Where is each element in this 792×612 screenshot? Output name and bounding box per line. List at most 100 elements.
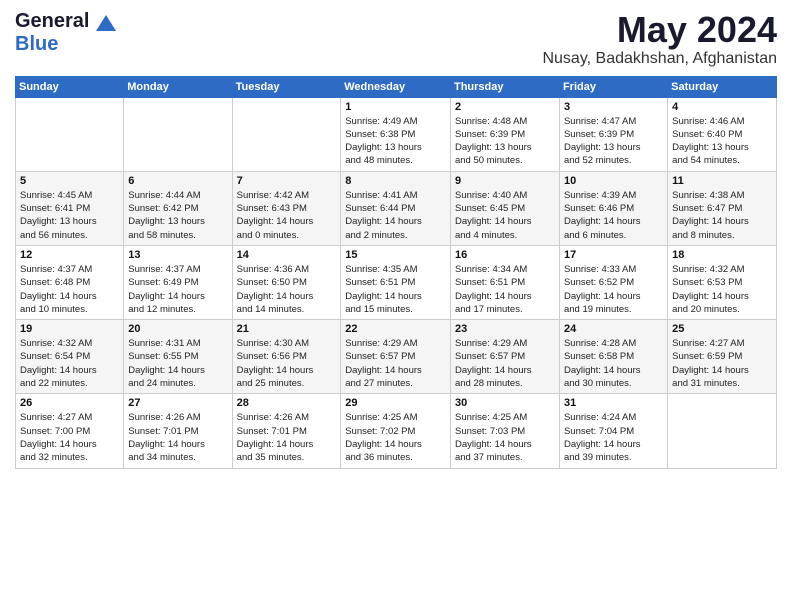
day-number: 12 bbox=[20, 249, 119, 261]
calendar-week-row: 1Sunrise: 4:49 AM Sunset: 6:38 PM Daylig… bbox=[16, 97, 777, 171]
calendar-cell: 26Sunrise: 4:27 AM Sunset: 7:00 PM Dayli… bbox=[16, 394, 124, 468]
day-info: Sunrise: 4:25 AM Sunset: 7:03 PM Dayligh… bbox=[455, 411, 555, 464]
title-block: May 2024 Nusay, Badakhshan, Afghanistan bbox=[542, 10, 777, 68]
day-info: Sunrise: 4:35 AM Sunset: 6:51 PM Dayligh… bbox=[345, 263, 446, 316]
day-number: 20 bbox=[128, 323, 227, 335]
calendar-cell: 2 Sunrise: 4:48 AM Sunset: 6:39 PM Daylig… bbox=[450, 97, 559, 171]
calendar-cell bbox=[124, 97, 232, 171]
calendar-cell: 10 Sunrise: 4:39 AM Sunset: 6:46 PM Dayli… bbox=[559, 171, 667, 245]
day-info: Sunrise: 4:32 AM Sunset: 6:53 PM Dayligh… bbox=[672, 263, 772, 316]
calendar-table: Sunday Monday Tuesday Wednesday Thursday… bbox=[15, 76, 777, 469]
day-info: Sunrise: 4:26 AM Sunset: 7:01 PM Dayligh… bbox=[128, 411, 227, 464]
day-info: Sunrise: 4:27 AM Sunset: 6:59 PM Dayligh… bbox=[672, 337, 772, 390]
calendar-cell: 16Sunrise: 4:34 AM Sunset: 6:51 PM Dayli… bbox=[450, 245, 559, 319]
day-number: 21 bbox=[237, 323, 337, 335]
day-info: Sunrise: 4:36 AM Sunset: 6:50 PM Dayligh… bbox=[237, 263, 337, 316]
day-info: Sunrise: 4:29 AM Sunset: 6:57 PM Dayligh… bbox=[345, 337, 446, 390]
calendar-week-row: 19Sunrise: 4:32 AM Sunset: 6:54 PM Dayli… bbox=[16, 320, 777, 394]
day-info: Sunrise: 4:39 AM Sunset: 6:46 PM Dayligh… bbox=[564, 189, 663, 242]
day-info: Sunrise: 4:33 AM Sunset: 6:52 PM Dayligh… bbox=[564, 263, 663, 316]
col-sunday: Sunday bbox=[16, 76, 124, 97]
day-number: 5 bbox=[20, 175, 119, 187]
day-number: 30 bbox=[455, 397, 555, 409]
calendar-cell bbox=[16, 97, 124, 171]
col-wednesday: Wednesday bbox=[341, 76, 451, 97]
day-number: 31 bbox=[564, 397, 663, 409]
day-number: 9 bbox=[455, 175, 555, 187]
day-info: Sunrise: 4:26 AM Sunset: 7:01 PM Dayligh… bbox=[237, 411, 337, 464]
day-info: Sunrise: 4:24 AM Sunset: 7:04 PM Dayligh… bbox=[564, 411, 663, 464]
calendar-header-row: Sunday Monday Tuesday Wednesday Thursday… bbox=[16, 76, 777, 97]
title-month: May 2024 bbox=[542, 10, 777, 50]
calendar-cell: 12 Sunrise: 4:37 AM Sunset: 6:48 PM Dayli… bbox=[16, 245, 124, 319]
calendar-cell: 4Sunrise: 4:46 AM Sunset: 6:40 PM Daylig… bbox=[668, 97, 777, 171]
day-info: Sunrise: 4:41 AM Sunset: 6:44 PM Dayligh… bbox=[345, 189, 446, 242]
day-info: Sunrise: 4:29 AM Sunset: 6:57 PM Dayligh… bbox=[455, 337, 555, 390]
col-monday: Monday bbox=[124, 76, 232, 97]
day-number: 14 bbox=[237, 249, 337, 261]
day-number: 4 bbox=[672, 101, 772, 113]
calendar-cell: 31 Sunrise: 4:24 AM Sunset: 7:04 PM Dayli… bbox=[559, 394, 667, 468]
day-info: Sunrise: 4:27 AM Sunset: 7:00 PM Dayligh… bbox=[20, 411, 119, 464]
day-info: Sunrise: 4:38 AM Sunset: 6:47 PM Dayligh… bbox=[672, 189, 772, 242]
day-info: Sunrise: 4:40 AM Sunset: 6:45 PM Dayligh… bbox=[455, 189, 555, 242]
calendar-week-row: 12 Sunrise: 4:37 AM Sunset: 6:48 PM Dayli… bbox=[16, 245, 777, 319]
day-number: 6 bbox=[128, 175, 227, 187]
calendar-cell: 24 Sunrise: 4:28 AM Sunset: 6:58 PM Dayli… bbox=[559, 320, 667, 394]
calendar-cell: 1Sunrise: 4:49 AM Sunset: 6:38 PM Daylig… bbox=[341, 97, 451, 171]
calendar-cell: 30 Sunrise: 4:25 AM Sunset: 7:03 PM Dayli… bbox=[450, 394, 559, 468]
calendar-cell bbox=[232, 97, 341, 171]
calendar-cell: 17Sunrise: 4:33 AM Sunset: 6:52 PM Dayli… bbox=[559, 245, 667, 319]
page: General Blue May 2024 Nusay, Badakhshan,… bbox=[0, 0, 792, 612]
calendar-cell: 11 Sunrise: 4:38 AM Sunset: 6:47 PM Dayli… bbox=[668, 171, 777, 245]
day-number: 2 bbox=[455, 101, 555, 113]
calendar-cell: 8Sunrise: 4:41 AM Sunset: 6:44 PM Daylig… bbox=[341, 171, 451, 245]
calendar-cell: 5 Sunrise: 4:45 AM Sunset: 6:41 PM Daylig… bbox=[16, 171, 124, 245]
day-number: 18 bbox=[672, 249, 772, 261]
day-number: 10 bbox=[564, 175, 663, 187]
calendar-cell: 21 Sunrise: 4:30 AM Sunset: 6:56 PM Dayli… bbox=[232, 320, 341, 394]
day-info: Sunrise: 4:44 AM Sunset: 6:42 PM Dayligh… bbox=[128, 189, 227, 242]
day-info: Sunrise: 4:37 AM Sunset: 6:49 PM Dayligh… bbox=[128, 263, 227, 316]
day-number: 23 bbox=[455, 323, 555, 335]
calendar-cell: 3Sunrise: 4:47 AM Sunset: 6:39 PM Daylig… bbox=[559, 97, 667, 171]
day-info: Sunrise: 4:28 AM Sunset: 6:58 PM Dayligh… bbox=[564, 337, 663, 390]
day-info: Sunrise: 4:45 AM Sunset: 6:41 PM Dayligh… bbox=[20, 189, 119, 242]
calendar-cell: 7Sunrise: 4:42 AM Sunset: 6:43 PM Daylig… bbox=[232, 171, 341, 245]
calendar-cell: 13 Sunrise: 4:37 AM Sunset: 6:49 PM Dayli… bbox=[124, 245, 232, 319]
calendar-cell: 23 Sunrise: 4:29 AM Sunset: 6:57 PM Dayli… bbox=[450, 320, 559, 394]
calendar-cell: 9 Sunrise: 4:40 AM Sunset: 6:45 PM Daylig… bbox=[450, 171, 559, 245]
day-info: Sunrise: 4:34 AM Sunset: 6:51 PM Dayligh… bbox=[455, 263, 555, 316]
calendar-cell: 14 Sunrise: 4:36 AM Sunset: 6:50 PM Dayli… bbox=[232, 245, 341, 319]
logo-blue-text: Blue bbox=[15, 33, 58, 55]
calendar-cell: 6 Sunrise: 4:44 AM Sunset: 6:42 PM Daylig… bbox=[124, 171, 232, 245]
day-number: 29 bbox=[345, 397, 446, 409]
day-info: Sunrise: 4:37 AM Sunset: 6:48 PM Dayligh… bbox=[20, 263, 119, 316]
calendar-cell: 25 Sunrise: 4:27 AM Sunset: 6:59 PM Dayli… bbox=[668, 320, 777, 394]
calendar-cell: 29Sunrise: 4:25 AM Sunset: 7:02 PM Dayli… bbox=[341, 394, 451, 468]
day-number: 19 bbox=[20, 323, 119, 335]
day-number: 13 bbox=[128, 249, 227, 261]
calendar-cell: 18 Sunrise: 4:32 AM Sunset: 6:53 PM Dayli… bbox=[668, 245, 777, 319]
day-info: Sunrise: 4:30 AM Sunset: 6:56 PM Dayligh… bbox=[237, 337, 337, 390]
day-info: Sunrise: 4:47 AM Sunset: 6:39 PM Dayligh… bbox=[564, 115, 663, 168]
calendar-cell: 19Sunrise: 4:32 AM Sunset: 6:54 PM Dayli… bbox=[16, 320, 124, 394]
logo-general-text: General bbox=[15, 10, 89, 32]
day-number: 28 bbox=[237, 397, 337, 409]
logo: General Blue bbox=[15, 10, 116, 56]
day-info: Sunrise: 4:31 AM Sunset: 6:55 PM Dayligh… bbox=[128, 337, 227, 390]
day-number: 15 bbox=[345, 249, 446, 261]
day-info: Sunrise: 4:48 AM Sunset: 6:39 PM Dayligh… bbox=[455, 115, 555, 168]
day-number: 11 bbox=[672, 175, 772, 187]
col-saturday: Saturday bbox=[668, 76, 777, 97]
calendar-week-row: 26Sunrise: 4:27 AM Sunset: 7:00 PM Dayli… bbox=[16, 394, 777, 468]
calendar-cell: 22 Sunrise: 4:29 AM Sunset: 6:57 PM Dayli… bbox=[341, 320, 451, 394]
calendar-cell: 15 Sunrise: 4:35 AM Sunset: 6:51 PM Dayli… bbox=[341, 245, 451, 319]
day-number: 25 bbox=[672, 323, 772, 335]
day-number: 1 bbox=[345, 101, 446, 113]
day-number: 24 bbox=[564, 323, 663, 335]
day-number: 27 bbox=[128, 397, 227, 409]
day-info: Sunrise: 4:42 AM Sunset: 6:43 PM Dayligh… bbox=[237, 189, 337, 242]
day-number: 22 bbox=[345, 323, 446, 335]
col-friday: Friday bbox=[559, 76, 667, 97]
